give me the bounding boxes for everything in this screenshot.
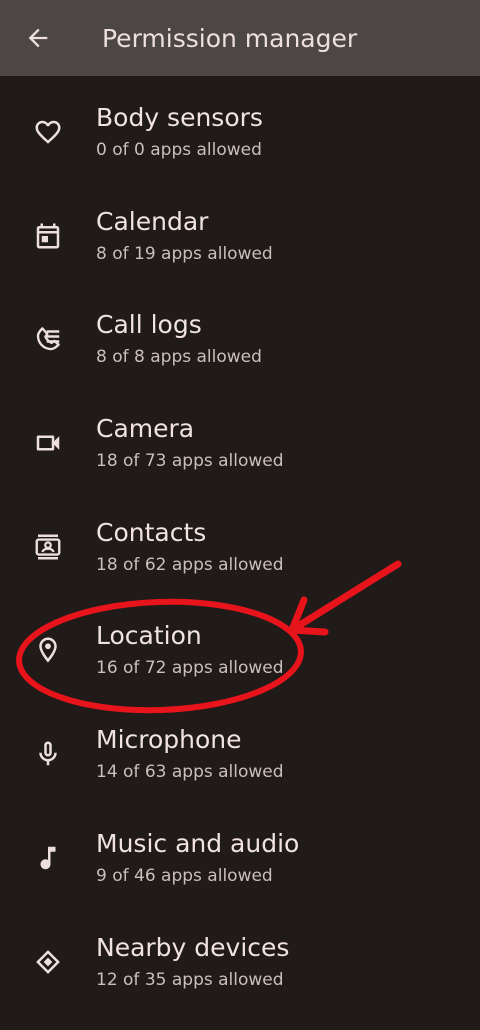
permission-summary: 18 of 62 apps allowed bbox=[96, 554, 284, 575]
permission-summary: 16 of 72 apps allowed bbox=[96, 658, 284, 679]
permission-summary: 14 of 63 apps allowed bbox=[96, 762, 284, 783]
permission-label: Camera bbox=[96, 414, 195, 444]
permission-summary: 9 of 46 apps allowed bbox=[96, 865, 273, 886]
permission-label: Nearby devices bbox=[96, 932, 290, 962]
permission-item-nearby-devices[interactable]: Nearby devices 12 of 35 apps allowed bbox=[0, 906, 480, 1010]
contacts-icon bbox=[32, 531, 64, 563]
permission-item-camera[interactable]: Camera 18 of 73 apps allowed bbox=[0, 387, 480, 491]
permission-label: Music and audio bbox=[96, 828, 300, 858]
permission-label: Microphone bbox=[96, 725, 242, 755]
permission-item-calendar[interactable]: Calendar 8 of 19 apps allowed bbox=[0, 180, 480, 284]
permission-item-location[interactable]: Location 16 of 72 apps allowed bbox=[0, 594, 480, 698]
permission-summary: 18 of 73 apps allowed bbox=[96, 451, 284, 472]
permission-item-contacts[interactable]: Contacts 18 of 62 apps allowed bbox=[0, 491, 480, 595]
permission-label: Calendar bbox=[96, 206, 209, 236]
permission-item-music-audio[interactable]: Music and audio 9 of 46 apps allowed bbox=[0, 802, 480, 906]
permission-item-body-sensors[interactable]: Body sensors 0 of 0 apps allowed bbox=[0, 76, 480, 180]
permission-manager-screen: Permission manager Body sensors 0 of 0 a… bbox=[0, 0, 480, 1030]
permission-label: Location bbox=[96, 621, 202, 651]
nearby-devices-icon bbox=[32, 946, 64, 978]
call-log-icon bbox=[32, 323, 64, 355]
permission-summary: 12 of 35 apps allowed bbox=[96, 969, 284, 990]
calendar-icon bbox=[32, 220, 64, 252]
permission-summary: 8 of 19 apps allowed bbox=[96, 243, 273, 264]
permission-item-microphone[interactable]: Microphone 14 of 63 apps allowed bbox=[0, 698, 480, 802]
location-pin-icon bbox=[32, 634, 64, 666]
permission-summary: 0 of 0 apps allowed bbox=[96, 140, 262, 160]
permission-summary: 8 of 8 apps allowed bbox=[96, 347, 262, 368]
heart-icon bbox=[32, 116, 64, 148]
back-button[interactable] bbox=[18, 18, 58, 58]
videocam-icon bbox=[32, 427, 64, 459]
permission-label: Call logs bbox=[96, 310, 202, 340]
page-title: Permission manager bbox=[102, 24, 358, 53]
music-note-icon bbox=[32, 842, 64, 874]
permission-item-call-logs[interactable]: Call logs 8 of 8 apps allowed bbox=[0, 283, 480, 387]
permission-label: Contacts bbox=[96, 517, 207, 547]
arrow-back-icon bbox=[28, 28, 48, 48]
permission-list: Body sensors 0 of 0 apps allowed Calenda… bbox=[0, 76, 480, 1009]
app-bar: Permission manager bbox=[0, 0, 480, 76]
permission-label: Body sensors bbox=[96, 103, 263, 132]
microphone-icon bbox=[32, 738, 64, 770]
